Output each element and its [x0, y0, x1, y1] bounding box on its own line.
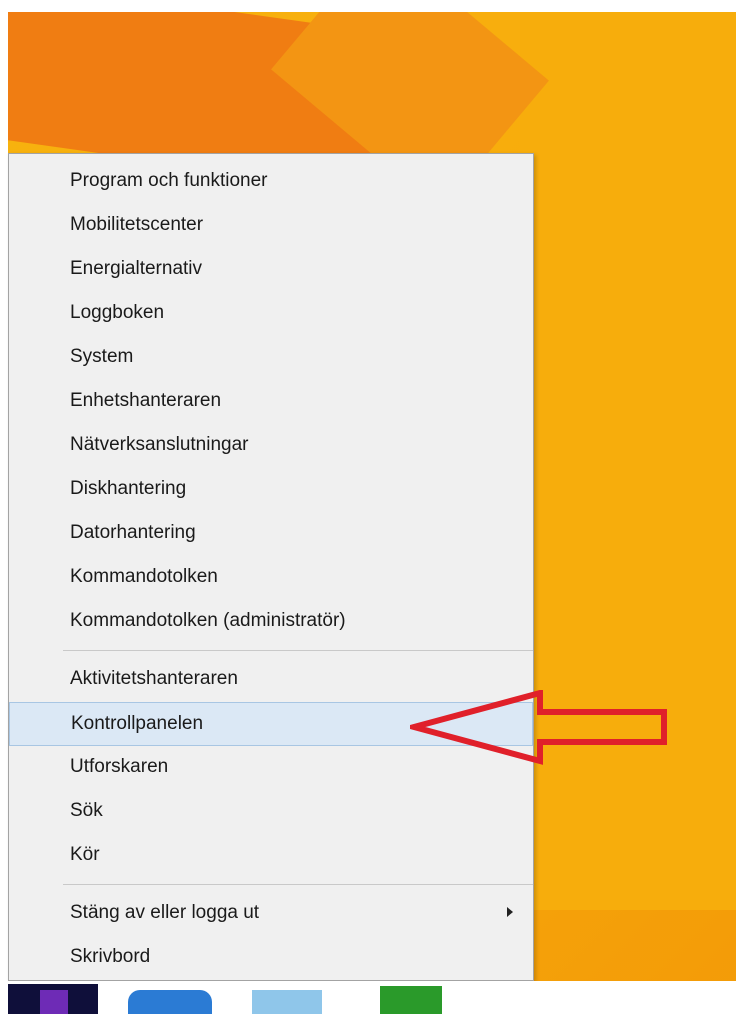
- winx-context-menu: Program och funktioner Mobilitetscenter …: [8, 153, 534, 981]
- screen-border: [0, 0, 736, 12]
- menu-item-stang-av-eller-logga-ut[interactable]: Stäng av eller logga ut: [9, 892, 533, 936]
- menu-item-kommandotolken-admin[interactable]: Kommandotolken (administratör): [9, 600, 533, 644]
- menu-item-kommandotolken[interactable]: Kommandotolken: [9, 556, 533, 600]
- menu-item-loggboken[interactable]: Loggboken: [9, 292, 533, 336]
- menu-item-label: Mobilitetscenter: [70, 214, 204, 235]
- submenu-arrow-icon: [507, 907, 513, 917]
- menu-item-diskhantering[interactable]: Diskhantering: [9, 468, 533, 512]
- store-icon[interactable]: [380, 986, 442, 1014]
- menu-item-label: Nätverksanslutningar: [70, 434, 249, 455]
- file-explorer-icon[interactable]: [252, 990, 322, 1014]
- menu-item-system[interactable]: System: [9, 336, 533, 380]
- menu-item-label: Energialternativ: [70, 258, 203, 279]
- menu-item-label: Loggboken: [70, 302, 165, 323]
- menu-item-enhetshanteraren[interactable]: Enhetshanteraren: [9, 380, 533, 424]
- menu-item-label: Kör: [70, 844, 100, 865]
- menu-item-label: Skrivbord: [70, 946, 151, 967]
- menu-item-label: Aktivitetshanteraren: [70, 668, 238, 689]
- internet-explorer-icon[interactable]: [128, 990, 212, 1014]
- menu-item-label: Enhetshanteraren: [70, 390, 222, 411]
- menu-item-label: Program och funktioner: [70, 170, 268, 191]
- windows-logo-icon: [40, 990, 68, 1014]
- menu-item-datorhantering[interactable]: Datorhantering: [9, 512, 533, 556]
- red-arrow-annotation-icon: [410, 690, 667, 765]
- screen-border: [0, 0, 8, 1014]
- menu-separator: [63, 884, 533, 885]
- wallpaper-shape: [520, 10, 736, 910]
- menu-item-skrivbord[interactable]: Skrivbord: [9, 936, 533, 980]
- menu-item-sok[interactable]: Sök: [9, 790, 533, 834]
- menu-item-energialternativ[interactable]: Energialternativ: [9, 248, 533, 292]
- menu-separator: [63, 650, 533, 651]
- red-arrow-shape: [410, 690, 667, 765]
- menu-item-natverksanslutningar[interactable]: Nätverksanslutningar: [9, 424, 533, 468]
- menu-item-label: Utforskaren: [70, 756, 169, 777]
- menu-item-label: Kontrollpanelen: [71, 713, 204, 734]
- menu-item-label: Sök: [70, 800, 103, 821]
- menu-item-label: Stäng av eller logga ut: [70, 902, 260, 923]
- menu-item-kor[interactable]: Kör: [9, 834, 533, 878]
- menu-item-mobilitetscenter[interactable]: Mobilitetscenter: [9, 204, 533, 248]
- menu-item-label: System: [70, 346, 134, 367]
- menu-item-label: Kommandotolken: [70, 566, 218, 587]
- menu-item-program-och-funktioner[interactable]: Program och funktioner: [9, 160, 533, 204]
- menu-item-label: Diskhantering: [70, 478, 187, 499]
- taskbar: [0, 981, 736, 1014]
- menu-item-label: Kommandotolken (administratör): [70, 610, 346, 631]
- menu-item-label: Datorhantering: [70, 522, 196, 543]
